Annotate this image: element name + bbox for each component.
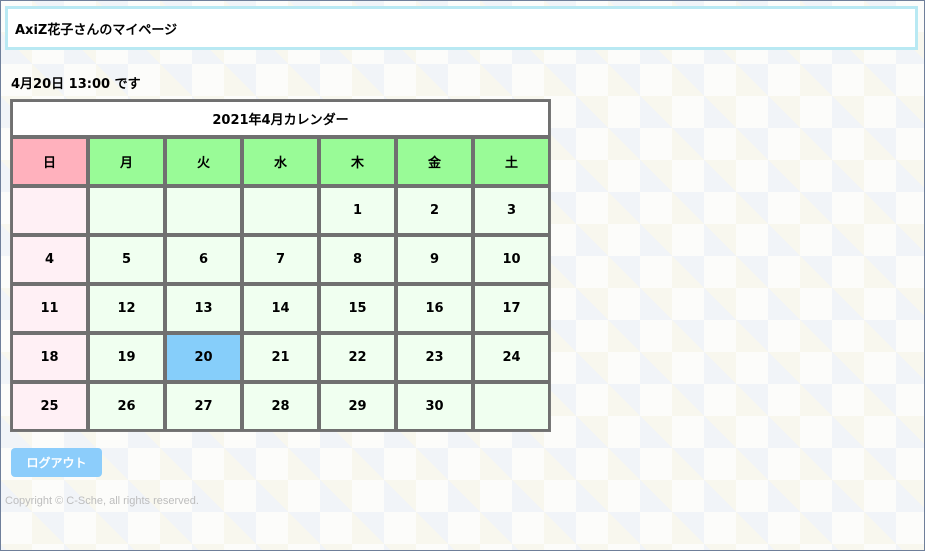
day-cell: 7 [242, 235, 319, 284]
day-cell: 27 [165, 382, 242, 431]
calendar-title: 2021年4月カレンダー [11, 100, 550, 137]
day-cell: 9 [396, 235, 473, 284]
calendar-week-row: 4 5 6 7 8 9 10 [11, 235, 550, 284]
weekday-header-row: 日 月 火 水 木 金 土 [11, 137, 550, 186]
weekday-friday: 金 [396, 137, 473, 186]
day-cell [88, 186, 165, 235]
day-cell: 24 [473, 333, 550, 382]
calendar-week-row: 25 26 27 28 29 30 [11, 382, 550, 431]
weekday-wednesday: 水 [242, 137, 319, 186]
day-cell [165, 186, 242, 235]
calendar-week-row: 1 2 3 [11, 186, 550, 235]
day-cell [242, 186, 319, 235]
day-cell: 28 [242, 382, 319, 431]
day-cell: 8 [319, 235, 396, 284]
weekday-sunday: 日 [11, 137, 88, 186]
day-cell [11, 186, 88, 235]
day-cell: 25 [11, 382, 88, 431]
day-cell: 21 [242, 333, 319, 382]
day-cell [473, 382, 550, 431]
day-cell: 15 [319, 284, 396, 333]
day-cell: 2 [396, 186, 473, 235]
logout-button[interactable]: ログアウト [11, 448, 102, 477]
day-cell: 13 [165, 284, 242, 333]
page-header: AxiZ花子さんのマイページ [5, 6, 918, 50]
day-cell: 30 [396, 382, 473, 431]
day-cell: 23 [396, 333, 473, 382]
weekday-thursday: 木 [319, 137, 396, 186]
day-cell: 16 [396, 284, 473, 333]
day-cell: 6 [165, 235, 242, 284]
day-cell: 11 [11, 284, 88, 333]
page-title: AxiZ花子さんのマイページ [15, 22, 178, 38]
day-cell: 5 [88, 235, 165, 284]
day-cell: 1 [319, 186, 396, 235]
current-datetime: 4月20日 13:00 です [11, 77, 141, 92]
day-cell: 10 [473, 235, 550, 284]
day-cell: 12 [88, 284, 165, 333]
day-cell: 3 [473, 186, 550, 235]
calendar-week-row: 11 12 13 14 15 16 17 [11, 284, 550, 333]
day-cell: 26 [88, 382, 165, 431]
day-cell: 22 [319, 333, 396, 382]
day-cell: 19 [88, 333, 165, 382]
day-cell: 14 [242, 284, 319, 333]
day-cell: 18 [11, 333, 88, 382]
calendar-week-row: 18 19 20 21 22 23 24 [11, 333, 550, 382]
weekday-tuesday: 火 [165, 137, 242, 186]
weekday-monday: 月 [88, 137, 165, 186]
copyright-notice: Copyright © C-Sche, all rights reserved. [5, 495, 199, 507]
day-cell: 17 [473, 284, 550, 333]
weekday-saturday: 土 [473, 137, 550, 186]
calendar-table: 2021年4月カレンダー 日 月 火 水 木 金 土 1 2 3 4 5 6 7… [10, 99, 551, 432]
day-cell: 29 [319, 382, 396, 431]
day-cell: 4 [11, 235, 88, 284]
day-cell-today: 20 [165, 333, 242, 382]
